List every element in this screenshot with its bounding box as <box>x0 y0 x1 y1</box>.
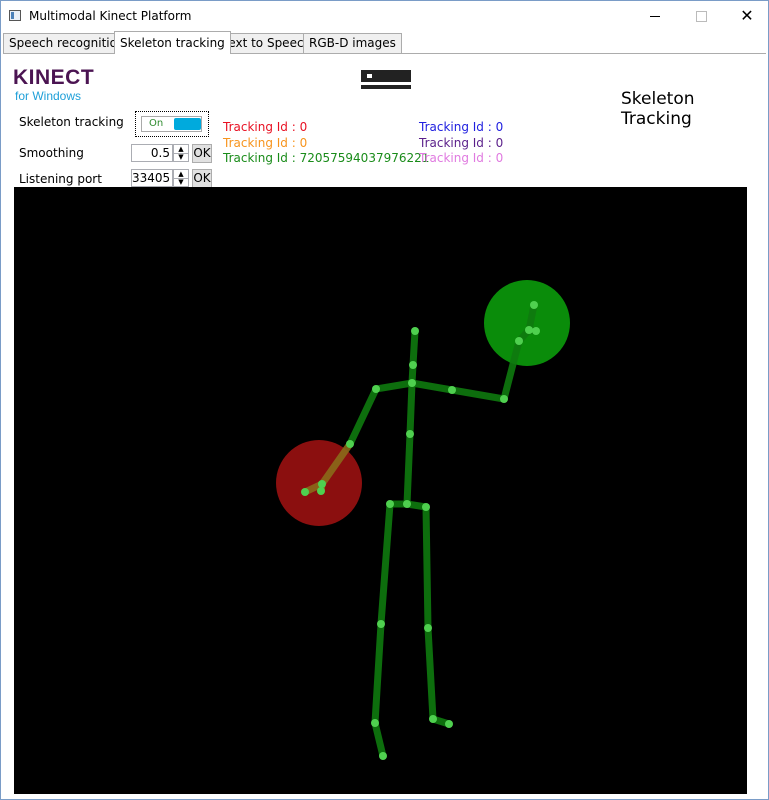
title-bar[interactable]: Multimodal Kinect Platform ✕ <box>1 1 768 31</box>
bone <box>408 379 456 394</box>
close-icon: ✕ <box>740 6 754 25</box>
tab-speech-recognition[interactable]: Speech recognition <box>3 33 131 53</box>
listening-port-ok-button[interactable]: OK <box>192 169 212 188</box>
spin-down-icon[interactable]: ▼ <box>174 153 188 161</box>
listening-port-stepper[interactable]: ▲ ▼ <box>173 169 189 187</box>
app-window: Multimodal Kinect Platform ✕ Speech reco… <box>0 0 769 800</box>
smoothing-input[interactable]: 0.5 <box>131 144 173 162</box>
bone <box>377 500 394 628</box>
tracking-id-4: Tracking Id : 0 <box>419 120 504 134</box>
joint-hipR <box>422 503 430 511</box>
joint-head <box>411 327 419 335</box>
joint-elbowL <box>346 440 354 448</box>
tracking-id-1: Tracking Id : 0 <box>223 120 308 134</box>
listening-port-input[interactable]: 33405 <box>131 169 173 187</box>
joint-kneeR <box>424 624 432 632</box>
minimize-icon <box>650 15 660 17</box>
joint-wristL <box>318 480 326 488</box>
tracking-id-6: Tracking Id : 0 <box>419 151 504 165</box>
joint-ankleR <box>429 715 437 723</box>
joint-footL <box>379 752 387 760</box>
kinect-logo-subtitle: for Windows <box>15 89 82 103</box>
bone <box>371 719 387 760</box>
bone <box>371 620 385 727</box>
toggle-state-text: On <box>149 118 164 129</box>
joint-neck <box>409 361 417 369</box>
maximize-button[interactable] <box>678 1 724 31</box>
app-icon <box>9 10 21 21</box>
joint-spineMid <box>406 430 414 438</box>
joint-shoulderL <box>372 385 380 393</box>
tracking-id-2: Tracking Id : 0 <box>223 136 308 150</box>
tracking-id-3: Tracking Id : 72057594037976221 <box>223 151 430 165</box>
tab-rgbd-images[interactable]: RGB-D images <box>303 33 402 53</box>
smoothing-label: Smoothing <box>19 146 84 160</box>
toggle-knob[interactable] <box>174 118 201 130</box>
skeleton-canvas <box>14 187 747 794</box>
kinect-sensor-icon <box>361 70 411 90</box>
bone <box>422 503 432 632</box>
joint-thumbL <box>317 487 325 495</box>
smoothing-stepper[interactable]: ▲ ▼ <box>173 144 189 162</box>
joint-hipL <box>386 500 394 508</box>
joint-handR <box>525 326 533 334</box>
joint-thumbR <box>532 327 540 335</box>
listening-port-label: Listening port <box>19 172 102 186</box>
tab-strip: Speech recognition Skeleton tracking Tex… <box>3 31 766 54</box>
joint-handTipR <box>530 301 538 309</box>
bone <box>372 379 416 393</box>
kinect-logo: KINECT <box>13 66 95 89</box>
tracking-id-5: Tracking Id : 0 <box>419 136 504 150</box>
joint-elbowR <box>500 395 508 403</box>
joint-wristR <box>515 337 523 345</box>
bone <box>403 430 414 508</box>
skeleton-view <box>276 280 570 760</box>
skeleton-tracking-toggle[interactable]: On <box>135 111 209 137</box>
toggle-switch[interactable]: On <box>141 116 202 132</box>
bone <box>448 386 508 403</box>
skeleton-tracking-panel: KINECT for Windows Skeleton Tracking Ske… <box>1 54 768 799</box>
bone <box>409 327 419 369</box>
bone <box>406 379 416 438</box>
window-title: Multimodal Kinect Platform <box>29 9 192 23</box>
joint-spineShoulder <box>408 379 416 387</box>
joint-handL <box>301 488 309 496</box>
page-title: Skeleton Tracking <box>621 89 695 129</box>
smoothing-ok-button[interactable]: OK <box>192 144 212 163</box>
skeleton-tracking-label: Skeleton tracking <box>19 115 124 129</box>
minimize-button[interactable] <box>632 1 678 31</box>
joint-spineBase <box>403 500 411 508</box>
spin-down-icon[interactable]: ▼ <box>174 178 188 186</box>
joint-shoulderR <box>448 386 456 394</box>
joint-ankleL <box>371 719 379 727</box>
maximize-icon <box>695 10 707 22</box>
tab-skeleton-tracking[interactable]: Skeleton tracking <box>114 31 231 54</box>
joint-footR <box>445 720 453 728</box>
bone <box>424 624 437 723</box>
close-button[interactable]: ✕ <box>724 1 769 31</box>
bone <box>346 385 380 448</box>
joint-kneeL <box>377 620 385 628</box>
